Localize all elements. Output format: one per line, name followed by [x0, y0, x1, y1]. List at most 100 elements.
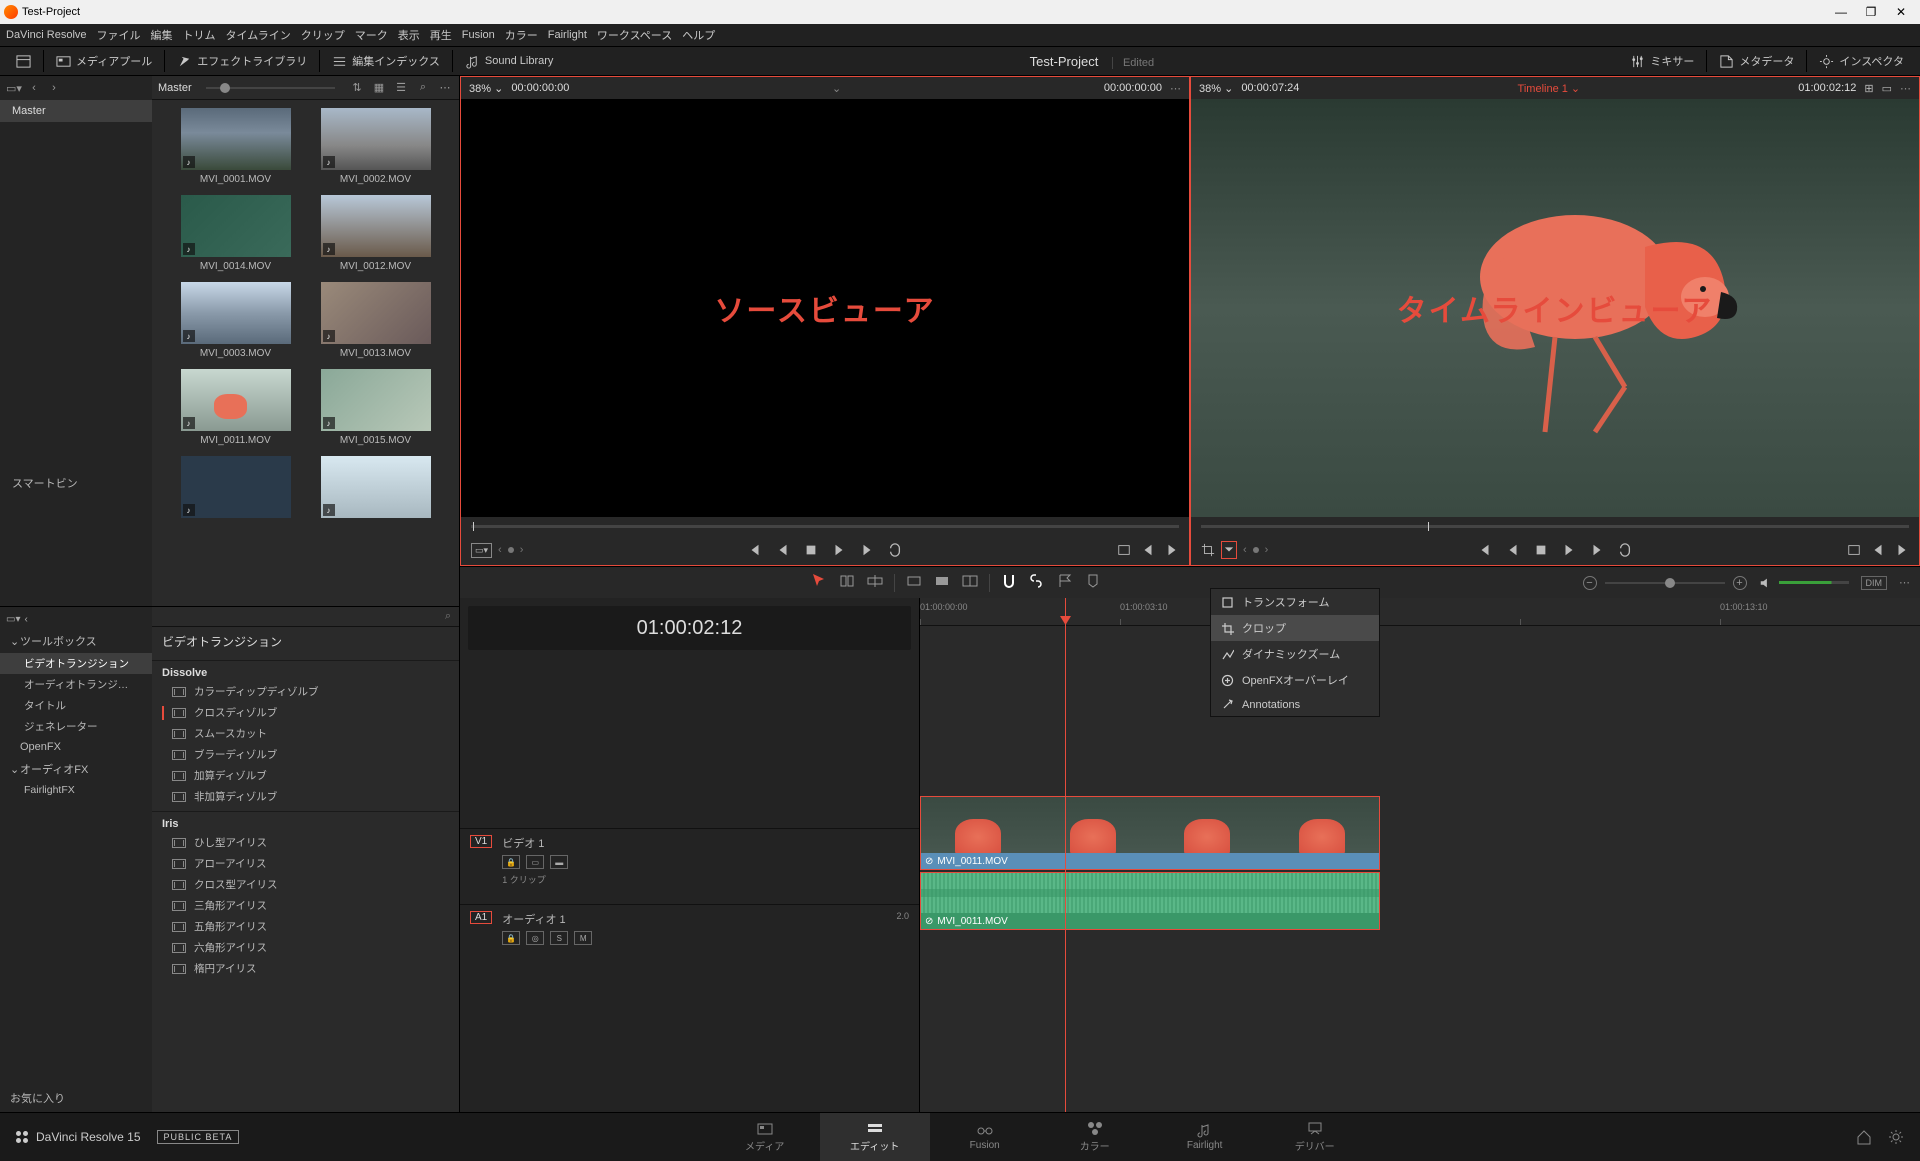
menu-ワークスペース[interactable]: ワークスペース — [597, 27, 672, 43]
mark-out-icon[interactable] — [1895, 543, 1909, 557]
program-zoom[interactable]: 38% ⌄ — [1199, 82, 1233, 95]
bin-fwd[interactable]: › — [46, 80, 62, 96]
source-clip-dropdown[interactable]: ⌄ — [832, 82, 841, 95]
clip-item[interactable]: ♪ — [316, 456, 436, 522]
solo-button[interactable]: S — [550, 931, 568, 945]
fx-row[interactable]: 楕円アイリス — [152, 958, 459, 979]
page-デリバー[interactable]: デリバー — [1260, 1113, 1370, 1161]
page-エディット[interactable]: エディット — [820, 1113, 930, 1161]
video-clip[interactable]: ⊘MVI_0011.MOV — [920, 796, 1380, 870]
clip-item[interactable]: ♪MVI_0014.MOV — [176, 195, 296, 272]
audio-track-header[interactable]: A1 オーディオ 1 🔒 ◎ S M 2.0 — [460, 904, 919, 980]
insert-icon[interactable] — [1141, 543, 1155, 557]
fx-row[interactable]: 三角形アイリス — [152, 895, 459, 916]
first-frame-icon[interactable] — [1478, 543, 1492, 557]
source-options[interactable]: ⋯ — [1170, 82, 1181, 95]
smart-bins-label[interactable]: スマートビン — [0, 470, 152, 496]
effects-library-tab[interactable]: エフェクトライブラリ — [167, 49, 317, 73]
clip-item[interactable]: ♪MVI_0003.MOV — [176, 282, 296, 359]
audio-clip[interactable]: ⊘MVI_0011.MOV — [920, 872, 1380, 930]
video-track-header[interactable]: V1 ビデオ 1 🔒 ▭ ▬ 1 クリップ — [460, 828, 919, 904]
edit-index-tab[interactable]: 編集インデックス — [322, 49, 450, 73]
search-icon[interactable]: ⌕ — [415, 80, 431, 96]
fx-category-item[interactable]: ビデオトランジション — [0, 653, 152, 674]
menu-マーク[interactable]: マーク — [355, 27, 388, 43]
flag-icon[interactable] — [1056, 572, 1074, 593]
overlay-mode-dropdown[interactable] — [1221, 541, 1237, 559]
metadata-tab[interactable]: メタデータ — [1709, 49, 1804, 73]
mixer-tab[interactable]: ミキサー — [1620, 49, 1704, 73]
openfx-group[interactable]: OpenFX — [0, 737, 152, 757]
menu-クリップ[interactable]: クリップ — [301, 27, 345, 43]
dropdown-item[interactable]: OpenFXオーバーレイ — [1211, 667, 1379, 693]
v1-tag[interactable]: V1 — [470, 835, 492, 848]
prev-frame-icon[interactable] — [1506, 543, 1520, 557]
timeline-zoom[interactable]: − + — [1583, 576, 1747, 590]
layout-button[interactable] — [6, 50, 41, 73]
timeline-options[interactable]: ⋯ — [1899, 576, 1910, 589]
snap-icon[interactable] — [1000, 572, 1018, 593]
lock-icon[interactable]: 🔒 — [502, 931, 520, 945]
audiofx-group[interactable]: ⌄オーディオFX — [0, 757, 152, 781]
source-tc-in[interactable]: 00:00:00:00 — [511, 82, 569, 94]
fx-row[interactable]: ブラーディゾルブ — [152, 744, 459, 765]
overwrite-clip-icon[interactable] — [933, 572, 951, 593]
timeline-ruler[interactable]: 01:00:00:0001:00:03:1001:00:06:2001:00:1… — [920, 598, 1920, 626]
lock-icon[interactable]: 🔒 — [502, 855, 520, 869]
fx-category-item[interactable]: ジェネレーター — [0, 716, 152, 737]
page-メディア[interactable]: メディア — [710, 1113, 820, 1161]
menu-DaVinci Resolve[interactable]: DaVinci Resolve — [6, 29, 87, 41]
timeline-name-dropdown[interactable]: Timeline 1 ⌄ — [1518, 82, 1581, 95]
timeline-timecode[interactable]: 01:00:02:12 — [468, 606, 911, 650]
play-icon[interactable] — [832, 543, 846, 557]
clip-item[interactable]: ♪MVI_0015.MOV — [316, 369, 436, 446]
dropdown-item[interactable]: トランスフォーム — [1211, 589, 1379, 615]
disable-video-icon[interactable]: ▬ — [550, 855, 568, 869]
menu-ファイル[interactable]: ファイル — [97, 27, 141, 43]
bin-view-mode[interactable]: ▭▾ — [6, 80, 22, 96]
source-zoom[interactable]: 38% ⌄ — [469, 82, 503, 95]
fx-category-item[interactable]: タイトル — [0, 695, 152, 716]
maximize-button[interactable]: ❐ — [1856, 5, 1886, 19]
clip-item[interactable]: ♪MVI_0001.MOV — [176, 108, 296, 185]
menu-表示[interactable]: 表示 — [398, 27, 420, 43]
clip-item[interactable]: ♪MVI_0013.MOV — [316, 282, 436, 359]
a1-tag[interactable]: A1 — [470, 911, 492, 924]
bin-master[interactable]: Master — [0, 100, 152, 122]
playhead[interactable] — [1065, 598, 1066, 1112]
sort-button[interactable]: ⇅ — [349, 80, 365, 96]
fx-row[interactable]: 加算ディゾルブ — [152, 765, 459, 786]
menu-Fairlight[interactable]: Fairlight — [548, 29, 587, 41]
source-video[interactable]: ソースビューア — [461, 99, 1189, 517]
fx-row[interactable]: 五角形アイリス — [152, 916, 459, 937]
effects-search[interactable]: ⌕ — [152, 607, 459, 627]
source-scrubber[interactable] — [461, 517, 1189, 535]
menu-カラー[interactable]: カラー — [505, 27, 538, 43]
dropdown-item[interactable]: クロップ — [1211, 615, 1379, 641]
selection-tool-icon[interactable] — [810, 572, 828, 593]
media-pool-tab[interactable]: メディアプール — [46, 49, 162, 73]
source-overlay-mode[interactable]: ▭▾ — [471, 543, 492, 558]
clip-item[interactable]: ♪MVI_0012.MOV — [316, 195, 436, 272]
program-tc-in[interactable]: 00:00:07:24 — [1241, 82, 1299, 94]
play-icon[interactable] — [1562, 543, 1576, 557]
bin-back[interactable]: ‹ — [26, 80, 42, 96]
program-single-viewer[interactable]: ▭ — [1882, 82, 1892, 95]
fx-row[interactable]: ひし型アイリス — [152, 832, 459, 853]
fx-row[interactable]: アローアイリス — [152, 853, 459, 874]
list-view-icon[interactable]: ☰ — [393, 80, 409, 96]
fx-row[interactable]: 非加算ディゾルブ — [152, 786, 459, 807]
auto-select-icon[interactable]: ▭ — [526, 855, 544, 869]
monitor-volume[interactable] — [1759, 576, 1849, 590]
first-frame-icon[interactable] — [748, 543, 762, 557]
options-icon[interactable]: ⋯ — [437, 80, 453, 96]
menu-タイムライン[interactable]: タイムライン — [226, 27, 291, 43]
clip-item[interactable]: ♪MVI_0011.MOV — [176, 369, 296, 446]
overwrite-icon[interactable] — [1165, 543, 1179, 557]
page-Fairlight[interactable]: Fairlight — [1150, 1113, 1260, 1161]
link-icon[interactable] — [1028, 572, 1046, 593]
breadcrumb[interactable]: Master — [158, 82, 192, 94]
grid-view-icon[interactable]: ▦ — [371, 80, 387, 96]
dropdown-item[interactable]: Annotations — [1211, 693, 1379, 716]
arm-icon[interactable]: ◎ — [526, 931, 544, 945]
